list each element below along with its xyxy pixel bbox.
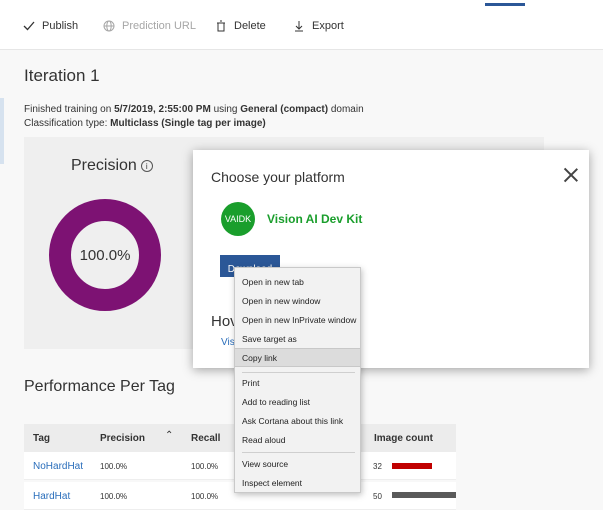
- precision-title: Precision i: [71, 157, 153, 175]
- vaidk-logo: VAIDK: [221, 202, 255, 236]
- dialog-title: Choose your platform: [211, 169, 345, 185]
- domain-suffix: domain: [328, 104, 364, 115]
- sort-up-icon[interactable]: ⌃: [165, 430, 173, 441]
- classification-value: Multiclass (Single tag per image): [110, 118, 266, 129]
- toolbar: Publish Prediction URL Delete Export: [0, 0, 603, 50]
- delete-label: Delete: [234, 20, 266, 32]
- download-arrow-icon: [292, 19, 306, 33]
- precision-value: 100.0%: [79, 246, 131, 264]
- trash-icon: [214, 19, 228, 33]
- column-tag[interactable]: Tag: [33, 433, 50, 444]
- precision-label: Precision: [71, 157, 137, 174]
- publish-label: Publish: [42, 20, 79, 32]
- platform-name: Vision AI Dev Kit: [267, 212, 363, 226]
- globe-icon: [102, 19, 116, 33]
- menu-item-view-source[interactable]: View source: [235, 454, 360, 473]
- info-icon[interactable]: i: [140, 159, 153, 172]
- menu-item-ask-cortana[interactable]: Ask Cortana about this link: [235, 411, 360, 430]
- training-prefix: Finished training on: [24, 104, 115, 115]
- close-icon[interactable]: [563, 167, 579, 183]
- active-tab-indicator: [485, 3, 525, 6]
- classification-info: Classification type: Multiclass (Single …: [24, 118, 266, 129]
- training-date: 5/7/2019, 2:55:00 PM: [114, 104, 211, 115]
- image-count-bar: [392, 463, 432, 469]
- image-count-bar: [392, 492, 456, 498]
- menu-item-add-reading-list[interactable]: Add to reading list: [235, 392, 360, 411]
- menu-separator: [242, 452, 355, 453]
- iteration-title: Iteration 1: [24, 66, 100, 85]
- prediction-url-button[interactable]: Prediction URL: [102, 18, 196, 34]
- column-recall[interactable]: Recall: [191, 433, 220, 444]
- context-menu: Open in new tab Open in new window Open …: [234, 267, 361, 493]
- menu-item-open-new-window[interactable]: Open in new window: [235, 291, 360, 310]
- prediction-url-label: Prediction URL: [122, 20, 196, 32]
- menu-item-print[interactable]: Print: [235, 373, 360, 392]
- image-count-cell: 32: [373, 462, 382, 471]
- export-label: Export: [312, 20, 344, 32]
- left-accent-bar: [0, 98, 4, 164]
- menu-item-open-new-tab[interactable]: Open in new tab: [235, 272, 360, 291]
- menu-item-copy-link[interactable]: Copy link: [235, 348, 360, 367]
- column-image-count[interactable]: Image count: [374, 433, 433, 444]
- recall-cell: 100.0%: [191, 492, 219, 501]
- menu-item-read-aloud[interactable]: Read aloud: [235, 430, 360, 449]
- domain-name: General (compact): [240, 104, 329, 115]
- image-count-cell: 50: [373, 492, 382, 501]
- menu-item-open-inprivate[interactable]: Open in new InPrivate window: [235, 310, 360, 329]
- classification-prefix: Classification type:: [24, 118, 111, 129]
- checkmark-icon: [22, 19, 36, 33]
- precision-cell: 100.0%: [100, 462, 128, 471]
- tag-link[interactable]: NoHardHat: [33, 461, 83, 472]
- training-info: Finished training on 5/7/2019, 2:55:00 P…: [24, 104, 364, 115]
- performance-title: Performance Per Tag: [24, 378, 175, 395]
- menu-item-save-target[interactable]: Save target as: [235, 329, 360, 348]
- column-precision[interactable]: Precision: [100, 433, 145, 444]
- export-button[interactable]: Export: [292, 18, 344, 34]
- training-using: using: [210, 104, 241, 115]
- menu-item-inspect-element[interactable]: Inspect element: [235, 473, 360, 492]
- precision-cell: 100.0%: [100, 492, 128, 501]
- delete-button[interactable]: Delete: [214, 18, 266, 34]
- tag-link[interactable]: HardHat: [33, 491, 70, 502]
- recall-cell: 100.0%: [191, 462, 219, 471]
- publish-button[interactable]: Publish: [22, 18, 78, 34]
